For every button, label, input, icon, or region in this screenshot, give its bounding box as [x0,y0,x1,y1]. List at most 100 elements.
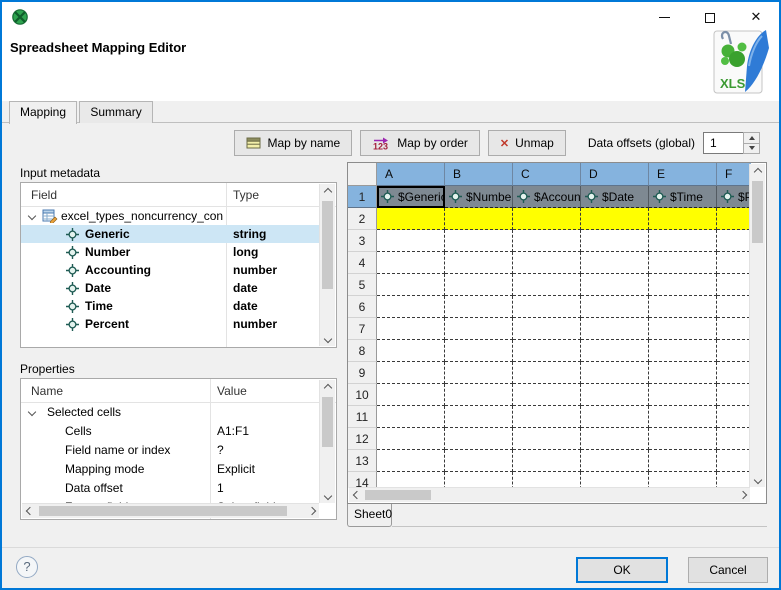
grid-cell[interactable] [445,428,513,450]
grid-cell[interactable] [717,472,751,488]
scroll-down-button[interactable] [320,488,335,503]
chevron-down-icon[interactable] [27,211,37,221]
grid-cell[interactable] [513,406,581,428]
scroll-down-button[interactable] [750,472,765,487]
grid-cell[interactable] [717,208,751,230]
scroll-down-button[interactable] [320,331,335,346]
grid-cell[interactable] [649,362,717,384]
grid-cell[interactable] [717,252,751,274]
grid-cell[interactable] [377,362,445,384]
mapped-cell-b1[interactable]: $Number [445,186,513,208]
mapped-cell-a1[interactable]: $Generic [377,186,445,208]
grid-row-header[interactable]: 1 [348,186,377,208]
grid-cell[interactable] [581,274,649,296]
grid-cell[interactable] [513,318,581,340]
grid-corner-cell[interactable] [348,163,377,186]
grid-cell[interactable] [513,450,581,472]
grid-cell[interactable] [445,450,513,472]
field-row-percent[interactable]: Percent number [21,315,319,333]
grid-cell[interactable] [513,340,581,362]
field-row-accounting[interactable]: Accounting number [21,261,319,279]
props-table-hscrollbar[interactable] [22,503,319,518]
map-by-order-button[interactable]: 123 Map by order [360,130,480,156]
grid-cell[interactable] [445,252,513,274]
scroll-right-button[interactable] [304,504,319,518]
mapped-cell-f1[interactable]: $Percent [717,186,751,208]
unmap-button[interactable]: ✕ Unmap [487,130,566,156]
grid-row-header[interactable]: 5 [348,274,377,296]
grid-cell[interactable] [377,472,445,488]
grid-cell[interactable] [445,472,513,488]
grid-cell[interactable] [513,208,581,230]
grid-cell[interactable] [649,406,717,428]
grid-row-header[interactable]: 3 [348,230,377,252]
column-header-b[interactable]: B [445,163,513,186]
field-row-time[interactable]: Time date [21,297,319,315]
grid-cell[interactable] [649,274,717,296]
grid-cell[interactable] [581,296,649,318]
selected-cells-group-row[interactable]: Selected cells [21,403,319,422]
grid-cell[interactable] [581,428,649,450]
field-table-vscrollbar[interactable] [319,184,335,346]
column-header-e[interactable]: E [649,163,717,186]
minimize-button[interactable] [651,6,677,28]
grid-cell[interactable] [649,296,717,318]
grid-cell[interactable] [377,296,445,318]
scroll-left-button[interactable] [22,504,37,518]
grid-cell[interactable] [377,450,445,472]
grid-cell[interactable] [377,274,445,296]
grid-cell[interactable] [649,318,717,340]
grid-cell[interactable] [717,406,751,428]
map-by-name-button[interactable]: Map by name [233,130,353,156]
scroll-left-button[interactable] [349,488,364,502]
grid-cell[interactable] [513,384,581,406]
grid-cell[interactable] [717,230,751,252]
mapped-cell-c1[interactable]: $Accounting [513,186,581,208]
property-row-cells[interactable]: Cells A1:F1 [21,422,319,441]
grid-cell[interactable] [445,406,513,428]
spinner-up-button[interactable] [744,133,759,144]
grid-cell[interactable] [649,472,717,488]
scroll-up-button[interactable] [320,184,335,199]
grid-cell[interactable] [445,318,513,340]
grid-cell[interactable] [377,384,445,406]
column-header-a[interactable]: A [377,163,445,186]
ok-button[interactable]: OK [576,557,668,583]
metadata-record-row[interactable]: excel_types_noncurrency_con [21,207,319,225]
grid-cell[interactable] [581,252,649,274]
grid-cell[interactable] [581,362,649,384]
grid-cell[interactable] [717,318,751,340]
grid-cell[interactable] [649,252,717,274]
tab-summary[interactable]: Summary [79,101,153,123]
grid-row-header[interactable]: 8 [348,340,377,362]
grid-cell[interactable] [445,362,513,384]
grid-cell[interactable] [649,230,717,252]
grid-cell[interactable] [513,296,581,318]
scroll-up-button[interactable] [320,380,335,395]
field-row-date[interactable]: Date date [21,279,319,297]
grid-cell[interactable] [377,230,445,252]
scrollbar-thumb[interactable] [752,181,763,243]
grid-cell[interactable] [581,472,649,488]
grid-row-header[interactable]: 14 [348,472,377,488]
scroll-right-button[interactable] [735,488,750,502]
grid-row-header[interactable]: 10 [348,384,377,406]
mapped-cell-e1[interactable]: $Time [649,186,717,208]
column-header-c[interactable]: C [513,163,581,186]
grid-cell[interactable] [513,472,581,488]
grid-cell[interactable] [513,428,581,450]
help-button[interactable]: ? [16,556,38,578]
grid-row-header[interactable]: 4 [348,252,377,274]
grid-row-header[interactable]: 13 [348,450,377,472]
property-row-field-name-or-index[interactable]: Field name or index ? [21,441,319,460]
grid-cell[interactable] [513,274,581,296]
grid-hscrollbar[interactable] [349,487,750,502]
sheet-tab-sheet0[interactable]: Sheet0 [347,504,392,527]
grid-cell[interactable] [377,406,445,428]
grid-cell[interactable] [377,340,445,362]
grid-cell[interactable] [581,208,649,230]
grid-cell[interactable] [649,340,717,362]
grid-cell[interactable] [649,384,717,406]
scrollbar-thumb[interactable] [39,506,287,516]
grid-cell[interactable] [513,362,581,384]
